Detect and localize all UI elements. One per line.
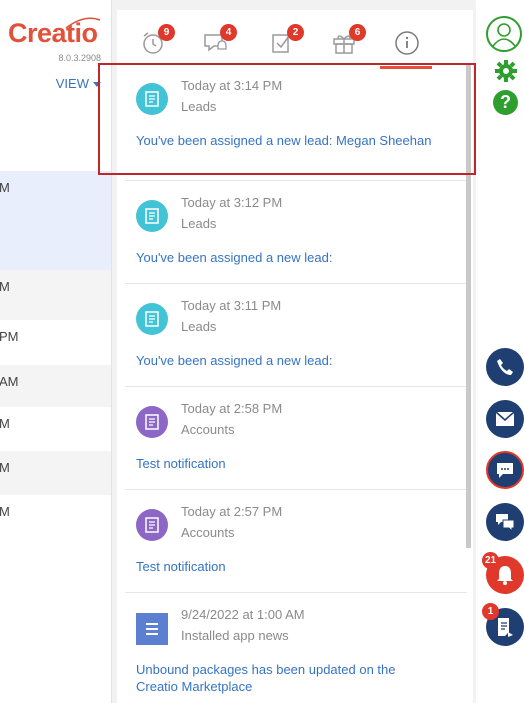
notification-category: Leads xyxy=(181,319,217,334)
notification-message-link[interactable]: You've been assigned a new lead: xyxy=(136,352,436,369)
grid-row[interactable]: M xyxy=(0,171,111,270)
grid-row-text: M xyxy=(0,180,10,195)
notification-item[interactable]: Today at 3:11 PM Leads You've been assigne… xyxy=(125,284,467,387)
chat-button[interactable] xyxy=(486,451,524,489)
notification-message-link[interactable]: Test notification xyxy=(136,558,436,575)
tab-info[interactable] xyxy=(380,30,432,69)
messages-icon xyxy=(496,514,515,532)
account-icon xyxy=(136,509,168,541)
grid-row[interactable]: PM xyxy=(0,320,111,365)
left-section-panel: Creatio 8.0.3.2908 VIEW M M PM AM M M M xyxy=(0,0,112,703)
email-icon xyxy=(495,411,515,426)
notification-message-link[interactable]: You've been assigned a new lead: xyxy=(136,249,436,266)
email-button[interactable] xyxy=(486,400,524,438)
info-icon xyxy=(395,31,419,55)
grid-row[interactable]: M xyxy=(0,451,111,495)
grid-row-text: PM xyxy=(0,329,19,344)
news-icon xyxy=(136,613,168,645)
notification-category: Installed app news xyxy=(181,628,289,643)
notification-item[interactable]: Today at 2:58 PM Accounts Test notificatio… xyxy=(125,387,467,490)
notification-time: Today at 3:11 PM xyxy=(181,298,282,313)
highlight-box xyxy=(98,63,476,175)
phone-icon xyxy=(497,359,513,375)
settings-button[interactable] xyxy=(493,58,519,89)
tab-badge: 9 xyxy=(158,24,175,41)
process-badge: 1 xyxy=(482,603,499,620)
tab-tasks[interactable]: 2 xyxy=(269,24,304,60)
version-label: 8.0.3.2908 xyxy=(58,53,101,63)
user-icon xyxy=(492,23,516,47)
notifications-badge: 21 xyxy=(482,552,499,569)
logo-swoosh-icon xyxy=(65,17,101,29)
help-icon[interactable]: ? xyxy=(493,90,518,115)
lead-icon xyxy=(136,200,168,232)
notification-item[interactable]: 9/24/2022 at 1:00 AM Installed app news Un… xyxy=(125,593,467,695)
grid-row-text: AM xyxy=(0,374,19,389)
notification-message-link[interactable]: Test notification xyxy=(136,455,436,472)
tab-celebrations[interactable]: 6 xyxy=(331,24,366,60)
grid-row-text: M xyxy=(0,504,10,519)
grid-row-text: M xyxy=(0,416,10,431)
grid-row[interactable]: AM xyxy=(0,365,111,407)
notification-category: Leads xyxy=(181,216,217,231)
notification-category: Accounts xyxy=(181,525,235,540)
grid-row[interactable]: M xyxy=(0,270,111,320)
tab-badge: 2 xyxy=(287,24,304,41)
chat-icon xyxy=(497,463,513,478)
grid-row-text: M xyxy=(0,460,10,475)
notification-time: Today at 2:58 PM xyxy=(181,401,283,416)
notification-message-link[interactable]: Unbound packages has been updated on the… xyxy=(136,661,436,695)
bell-icon xyxy=(497,566,513,585)
lead-icon xyxy=(136,303,168,335)
account-icon xyxy=(136,406,168,438)
tab-badge: 6 xyxy=(349,24,366,41)
notification-time: 9/24/2022 at 1:00 AM xyxy=(181,607,305,622)
tab-reminders[interactable]: 9 xyxy=(140,24,175,60)
notification-item[interactable]: Today at 3:12 PM Leads You've been assigne… xyxy=(125,181,467,284)
notification-tabs: 9 4 2 6 xyxy=(117,10,473,69)
tab-feed[interactable]: 4 xyxy=(202,24,237,60)
notification-item[interactable]: Today at 2:57 PM Accounts Test notificatio… xyxy=(125,490,467,593)
process-icon xyxy=(498,618,513,637)
notification-category: Accounts xyxy=(181,422,235,437)
grid-row[interactable]: M xyxy=(0,495,111,539)
grid-row[interactable]: M xyxy=(0,407,111,451)
notification-time: Today at 3:12 PM xyxy=(181,195,283,210)
user-avatar[interactable] xyxy=(486,16,522,52)
feed-button[interactable] xyxy=(486,503,524,541)
right-communication-bar: ? 21 1 xyxy=(476,0,524,703)
view-button[interactable]: VIEW xyxy=(56,76,101,91)
grid-row-text: M xyxy=(0,279,10,294)
gear-icon xyxy=(495,60,517,82)
phone-button[interactable] xyxy=(486,348,524,386)
tab-badge: 4 xyxy=(220,24,237,41)
notification-time: Today at 2:57 PM xyxy=(181,504,283,519)
